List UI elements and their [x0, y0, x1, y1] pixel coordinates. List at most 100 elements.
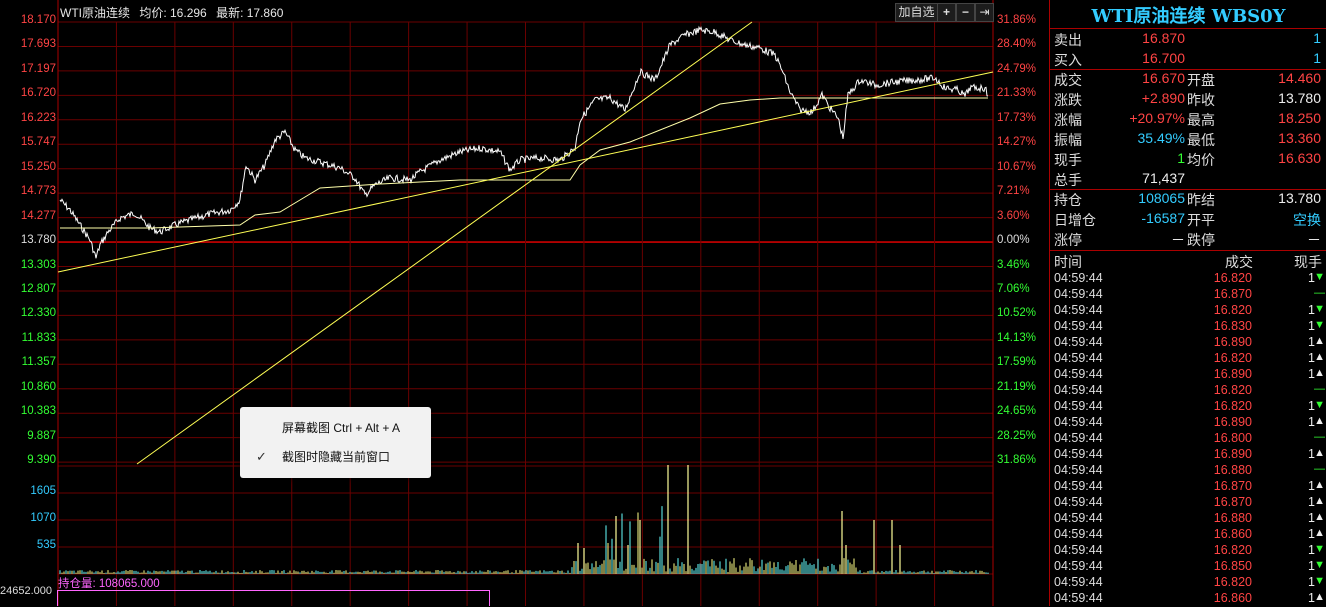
tick-time: 04:59:44: [1054, 559, 1103, 573]
tick-row: 04:59:44 16.820 1 ▼: [1050, 303, 1326, 319]
bid-volume: 1: [1313, 50, 1321, 66]
stat-row: 总手 71,437: [1050, 170, 1326, 190]
arrow-up-icon: ▲: [1314, 527, 1325, 539]
percent-tick-label: 14.27%: [997, 136, 1037, 149]
open-interest-label: 持仓量: 108065.000: [58, 578, 160, 590]
tick-price: 16.890: [1213, 367, 1252, 381]
arrow-down-icon: ▼: [1314, 575, 1325, 587]
go-to-end-button[interactable]: ⇥: [975, 3, 994, 22]
tick-price: 16.880: [1213, 511, 1252, 525]
divider: [1050, 250, 1326, 251]
tick-row: 04:59:44 16.890 1 ▲: [1050, 335, 1326, 351]
percent-tick-label: 28.40%: [997, 38, 1037, 51]
stat-row: 涨跌 +2.890 昨收 13.780: [1050, 90, 1326, 110]
tick-row: 04:59:44 16.850 1 ▼: [1050, 559, 1326, 575]
zoom-out-button[interactable]: −: [956, 3, 975, 22]
arrow-up-icon: ▲: [1314, 495, 1325, 507]
percent-tick-label: 31.86%: [997, 454, 1037, 467]
trendline: [136, 21, 753, 465]
arrow-up-icon: ▲: [1314, 479, 1325, 491]
price-tick-label: 10.860: [20, 380, 56, 393]
percent-tick-label: 0.00%: [997, 234, 1030, 247]
stat-label: 均价: [1187, 152, 1215, 168]
tick-row: 04:59:44 16.880 —: [1050, 463, 1326, 479]
tick-price: 16.820: [1213, 351, 1252, 365]
tick-row: 04:59:44 16.870 1 ▲: [1050, 495, 1326, 511]
percent-tick-label: 28.25%: [997, 429, 1037, 442]
bid-row: 买入 16.700 1: [1050, 50, 1326, 70]
stat-label: 昨收: [1187, 92, 1215, 108]
percent-tick-label: 21.33%: [997, 87, 1037, 100]
tick-row: 04:59:44 16.830 1 ▼: [1050, 319, 1326, 335]
average-price-line: [60, 97, 988, 229]
intraday-chart[interactable]: WTI原油连续 均价: 16.296 最新: 17.860 加自选 + − ⇥ …: [0, 0, 1048, 606]
price-tick-label: 14.277: [20, 209, 56, 222]
tick-time: 04:59:44: [1054, 463, 1103, 477]
arrow-up-icon: ▲: [1314, 351, 1325, 363]
price-tick-label: 17.197: [20, 62, 56, 75]
add-favorite-button[interactable]: 加自选: [895, 3, 938, 22]
tick-price: 16.860: [1213, 527, 1252, 541]
tick-price: 16.890: [1213, 415, 1252, 429]
price-line: [59, 25, 989, 259]
arrow-down-icon: ▼: [1314, 399, 1325, 411]
average-price: 均价: 16.296: [139, 6, 207, 20]
menu-item-screenshot[interactable]: 屏幕截图 Ctrl + Alt + A: [240, 417, 431, 439]
ask-price: 16.870: [1142, 30, 1185, 46]
tick-price: 16.850: [1213, 559, 1252, 573]
stat-label: 持仓: [1054, 192, 1082, 208]
zoom-in-button[interactable]: +: [937, 3, 956, 22]
tick-row: 04:59:44 16.890 1 ▲: [1050, 367, 1326, 383]
tick-time: 04:59:44: [1054, 527, 1103, 541]
tick-row: 04:59:44 16.820 1 ▲: [1050, 351, 1326, 367]
stat-label: 昨结: [1187, 192, 1215, 208]
tick-price: 16.800: [1213, 431, 1252, 445]
stat-label: 开盘: [1187, 72, 1215, 88]
open-interest-left-value: 24652.000: [0, 585, 52, 597]
chart-header: WTI原油连续 均价: 16.296 最新: 17.860: [60, 4, 289, 21]
percent-tick-label: 3.46%: [997, 258, 1030, 271]
tick-row: 04:59:44 16.820 —: [1050, 383, 1326, 399]
tick-row: 04:59:44 16.820 1 ▼: [1050, 575, 1326, 591]
tick-row: 04:59:44 16.890 1 ▲: [1050, 447, 1326, 463]
tick-row: 04:59:44 16.870 —: [1050, 287, 1326, 303]
tick-price: 16.870: [1213, 495, 1252, 509]
tick-time: 04:59:44: [1054, 591, 1103, 605]
arrow-up-icon: ▲: [1314, 511, 1325, 523]
tick-row: 04:59:44 16.890 1 ▲: [1050, 415, 1326, 431]
stat-label: 日增仓: [1054, 212, 1096, 228]
tick-price: 16.870: [1213, 287, 1252, 301]
stat-label: 总手: [1054, 172, 1082, 188]
price-tick-label: 15.747: [20, 136, 56, 149]
check-icon: ✓: [256, 449, 267, 464]
tick-price: 16.820: [1213, 303, 1252, 317]
tick-row: 04:59:44 16.800 —: [1050, 431, 1326, 447]
open-interest-row: 涨停－跌停－: [1050, 230, 1326, 250]
stat-value: 35.49%: [1137, 130, 1185, 146]
tick-time: 04:59:44: [1054, 479, 1103, 493]
tick-time: 04:59:44: [1054, 447, 1103, 461]
price-tick-label: 17.693: [20, 38, 56, 51]
tick-time: 04:59:44: [1054, 495, 1103, 509]
stat-value: 108065: [1138, 190, 1185, 206]
ask-label: 卖出: [1054, 32, 1082, 48]
tick-header-time: 时间: [1054, 254, 1082, 270]
tick-time: 04:59:44: [1054, 351, 1103, 365]
dash-icon: —: [1314, 431, 1325, 443]
tick-time: 04:59:44: [1054, 287, 1103, 301]
stat-value: 13.360: [1278, 130, 1321, 146]
stat-value: 16.670: [1142, 70, 1185, 86]
stat-row: 成交 16.670 开盘 14.460: [1050, 70, 1326, 90]
tick-time: 04:59:44: [1054, 303, 1103, 317]
stat-label: 最低: [1187, 132, 1215, 148]
menu-item-hide-window[interactable]: ✓ 截图时隐藏当前窗口: [240, 446, 431, 468]
price-chart-canvas[interactable]: [0, 0, 1048, 606]
stat-value: +2.890: [1141, 90, 1185, 106]
stat-value: -16587: [1141, 210, 1185, 226]
price-tick-label: 9.887: [27, 429, 56, 442]
bid-label: 买入: [1054, 52, 1082, 68]
arrow-up-icon: ▲: [1314, 591, 1325, 603]
percent-tick-label: 7.06%: [997, 282, 1030, 295]
stat-value: 1: [1177, 150, 1185, 166]
stat-value: －: [1171, 232, 1185, 248]
